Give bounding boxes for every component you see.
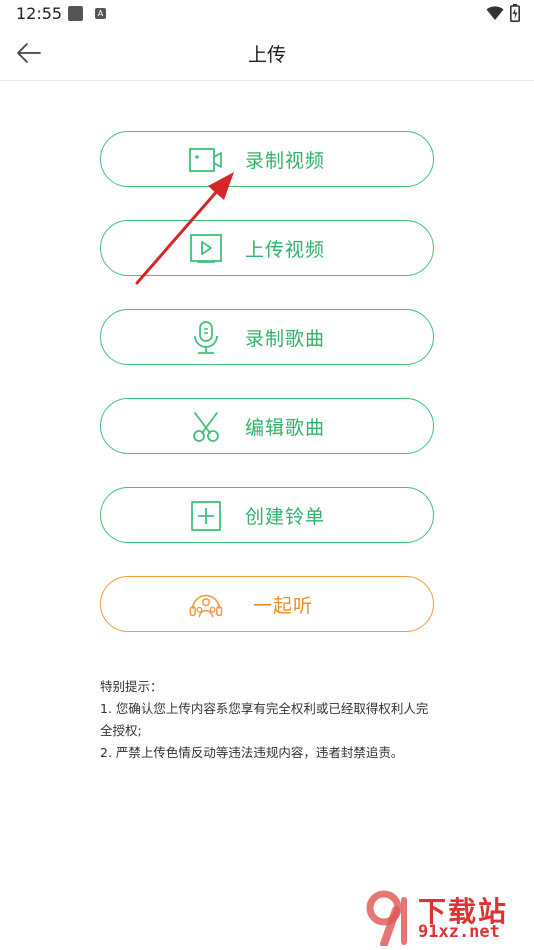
notification-a-icon: A bbox=[95, 8, 106, 19]
notice-line-2: 2. 严禁上传色情反动等违法违规内容，违者封禁追责。 bbox=[100, 745, 404, 760]
listen-together-button[interactable]: 一起听 bbox=[100, 576, 434, 632]
notice-title: 特别提示： bbox=[100, 679, 163, 694]
watermark-text-bottom: 91xz.net bbox=[418, 922, 500, 942]
scissors-icon bbox=[189, 411, 223, 443]
record-song-label: 录制歌曲 bbox=[245, 328, 326, 350]
page-title: 上传 bbox=[247, 44, 286, 66]
wifi-icon bbox=[486, 6, 504, 20]
status-bar: 12:55 A bbox=[0, 0, 534, 28]
edit-song-label: 编辑歌曲 bbox=[245, 417, 326, 439]
status-time: 12:55 bbox=[16, 4, 63, 23]
status-right bbox=[486, 4, 520, 22]
notice-line-1: 1. 您确认您上传内容系您享有完全权利或已经取得权利人完全授权; bbox=[100, 701, 429, 738]
notice: 特别提示： 1. 您确认您上传内容系您享有完全权利或已经取得权利人完全授权; 2… bbox=[100, 676, 440, 764]
watermark-logo-icon bbox=[366, 890, 407, 946]
microphone-icon bbox=[189, 321, 223, 354]
create-ringlist-button[interactable]: 创建铃单 bbox=[100, 487, 434, 543]
listen-together-label: 一起听 bbox=[253, 595, 314, 617]
listen-together-icon bbox=[189, 589, 223, 621]
create-ringlist-label: 创建铃单 bbox=[245, 506, 326, 528]
record-song-button[interactable]: 录制歌曲 bbox=[100, 309, 434, 365]
upload-video-label: 上传视频 bbox=[245, 239, 326, 261]
edit-song-button[interactable]: 编辑歌曲 bbox=[100, 398, 434, 454]
watermark: 下载站 91xz.net bbox=[362, 890, 530, 948]
battery-icon bbox=[510, 4, 520, 22]
record-video-label: 录制视频 bbox=[245, 150, 326, 172]
annotation-arrow-icon bbox=[135, 172, 234, 285]
notification-square-icon bbox=[68, 6, 83, 21]
app-bar: 上传 bbox=[0, 28, 534, 81]
add-square-icon bbox=[189, 500, 223, 532]
